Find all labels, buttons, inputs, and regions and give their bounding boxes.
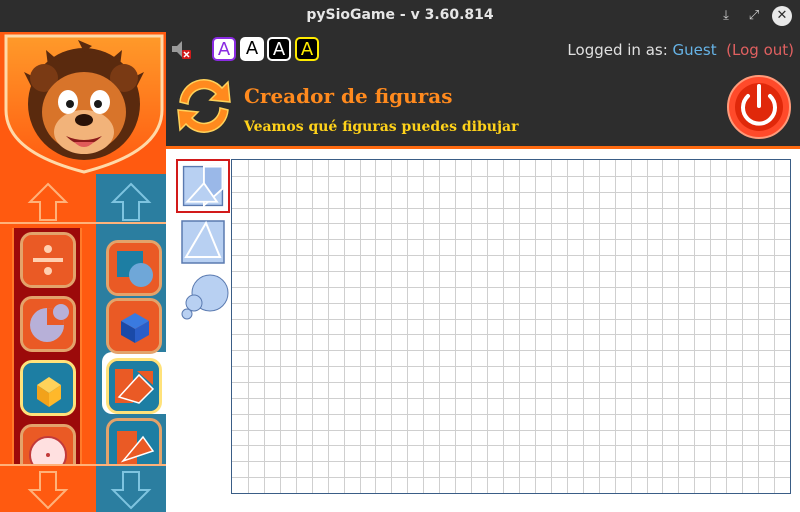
font-size-button-2[interactable]: A (240, 37, 264, 61)
font-size-button-3[interactable]: A (267, 37, 291, 61)
category-list-left (12, 228, 82, 466)
category-shape-maker-alt[interactable] (106, 418, 162, 466)
category-shapes[interactable] (106, 240, 162, 296)
window-title: pySioGame - v 3.60.814 (306, 7, 494, 23)
shape-maker-icon (109, 361, 159, 411)
3d-cube-icon (23, 363, 73, 413)
refresh-icon[interactable] (170, 72, 238, 140)
circle-tool-icon[interactable] (176, 271, 230, 325)
top-toolbar: A A A A Logged in as: Guest (Log out) (166, 32, 800, 66)
game-area (166, 149, 800, 512)
logout-link[interactable]: (Log out) (726, 41, 794, 59)
user-name: Guest (672, 41, 717, 59)
category-cubes[interactable] (106, 298, 162, 354)
category-division[interactable] (20, 232, 76, 288)
drawing-canvas[interactable] (231, 159, 791, 494)
left-scroll-up-icon[interactable] (24, 178, 72, 226)
grid (232, 160, 790, 493)
shape-maker-alt-icon (109, 421, 159, 466)
right-scroll-up-icon[interactable] (107, 178, 155, 226)
fraction-pie-icon (23, 299, 73, 349)
category-fractions[interactable] (20, 296, 76, 352)
division-icon (23, 235, 73, 285)
right-scroll-down-icon[interactable] (107, 466, 155, 512)
game-subtitle: Veamos qué figuras puedes dibujar (244, 119, 519, 135)
game-header: Creador de figuras Veamos qué figuras pu… (166, 66, 800, 146)
title-bar: pySioGame - v 3.60.814 ⤓ ⤢ ✕ (0, 0, 800, 32)
speaker-muted-icon[interactable] (170, 38, 192, 60)
maximize-button[interactable]: ⤢ (744, 6, 764, 26)
font-size-button-1[interactable]: A (212, 37, 236, 61)
login-label: Logged in as: (567, 41, 668, 59)
shapes-icon (109, 243, 159, 293)
font-size-button-4[interactable]: A (295, 37, 319, 61)
left-scroll-down-icon[interactable] (24, 466, 72, 512)
sidebar-divider-top (0, 222, 166, 224)
category-shape-maker[interactable] (106, 358, 162, 414)
power-icon[interactable] (726, 74, 792, 140)
blue-cube-icon (109, 301, 159, 351)
clock-icon (23, 427, 73, 466)
lion-logo (0, 32, 166, 174)
polygon-tool-icon[interactable] (176, 159, 230, 213)
category-3d-shapes[interactable] (20, 360, 76, 416)
triangle-tool-icon[interactable] (176, 215, 230, 269)
login-status: Logged in as: Guest (Log out) (567, 41, 794, 59)
game-title: Creador de figuras (244, 84, 453, 108)
close-button[interactable]: ✕ (772, 6, 792, 26)
sidebar (0, 32, 166, 512)
app-window: pySioGame - v 3.60.814 ⤓ ⤢ ✕ A A A A Log… (0, 0, 800, 512)
category-list-right (96, 228, 166, 466)
category-clock[interactable] (20, 424, 76, 466)
minimize-button[interactable]: ⤓ (716, 6, 736, 26)
